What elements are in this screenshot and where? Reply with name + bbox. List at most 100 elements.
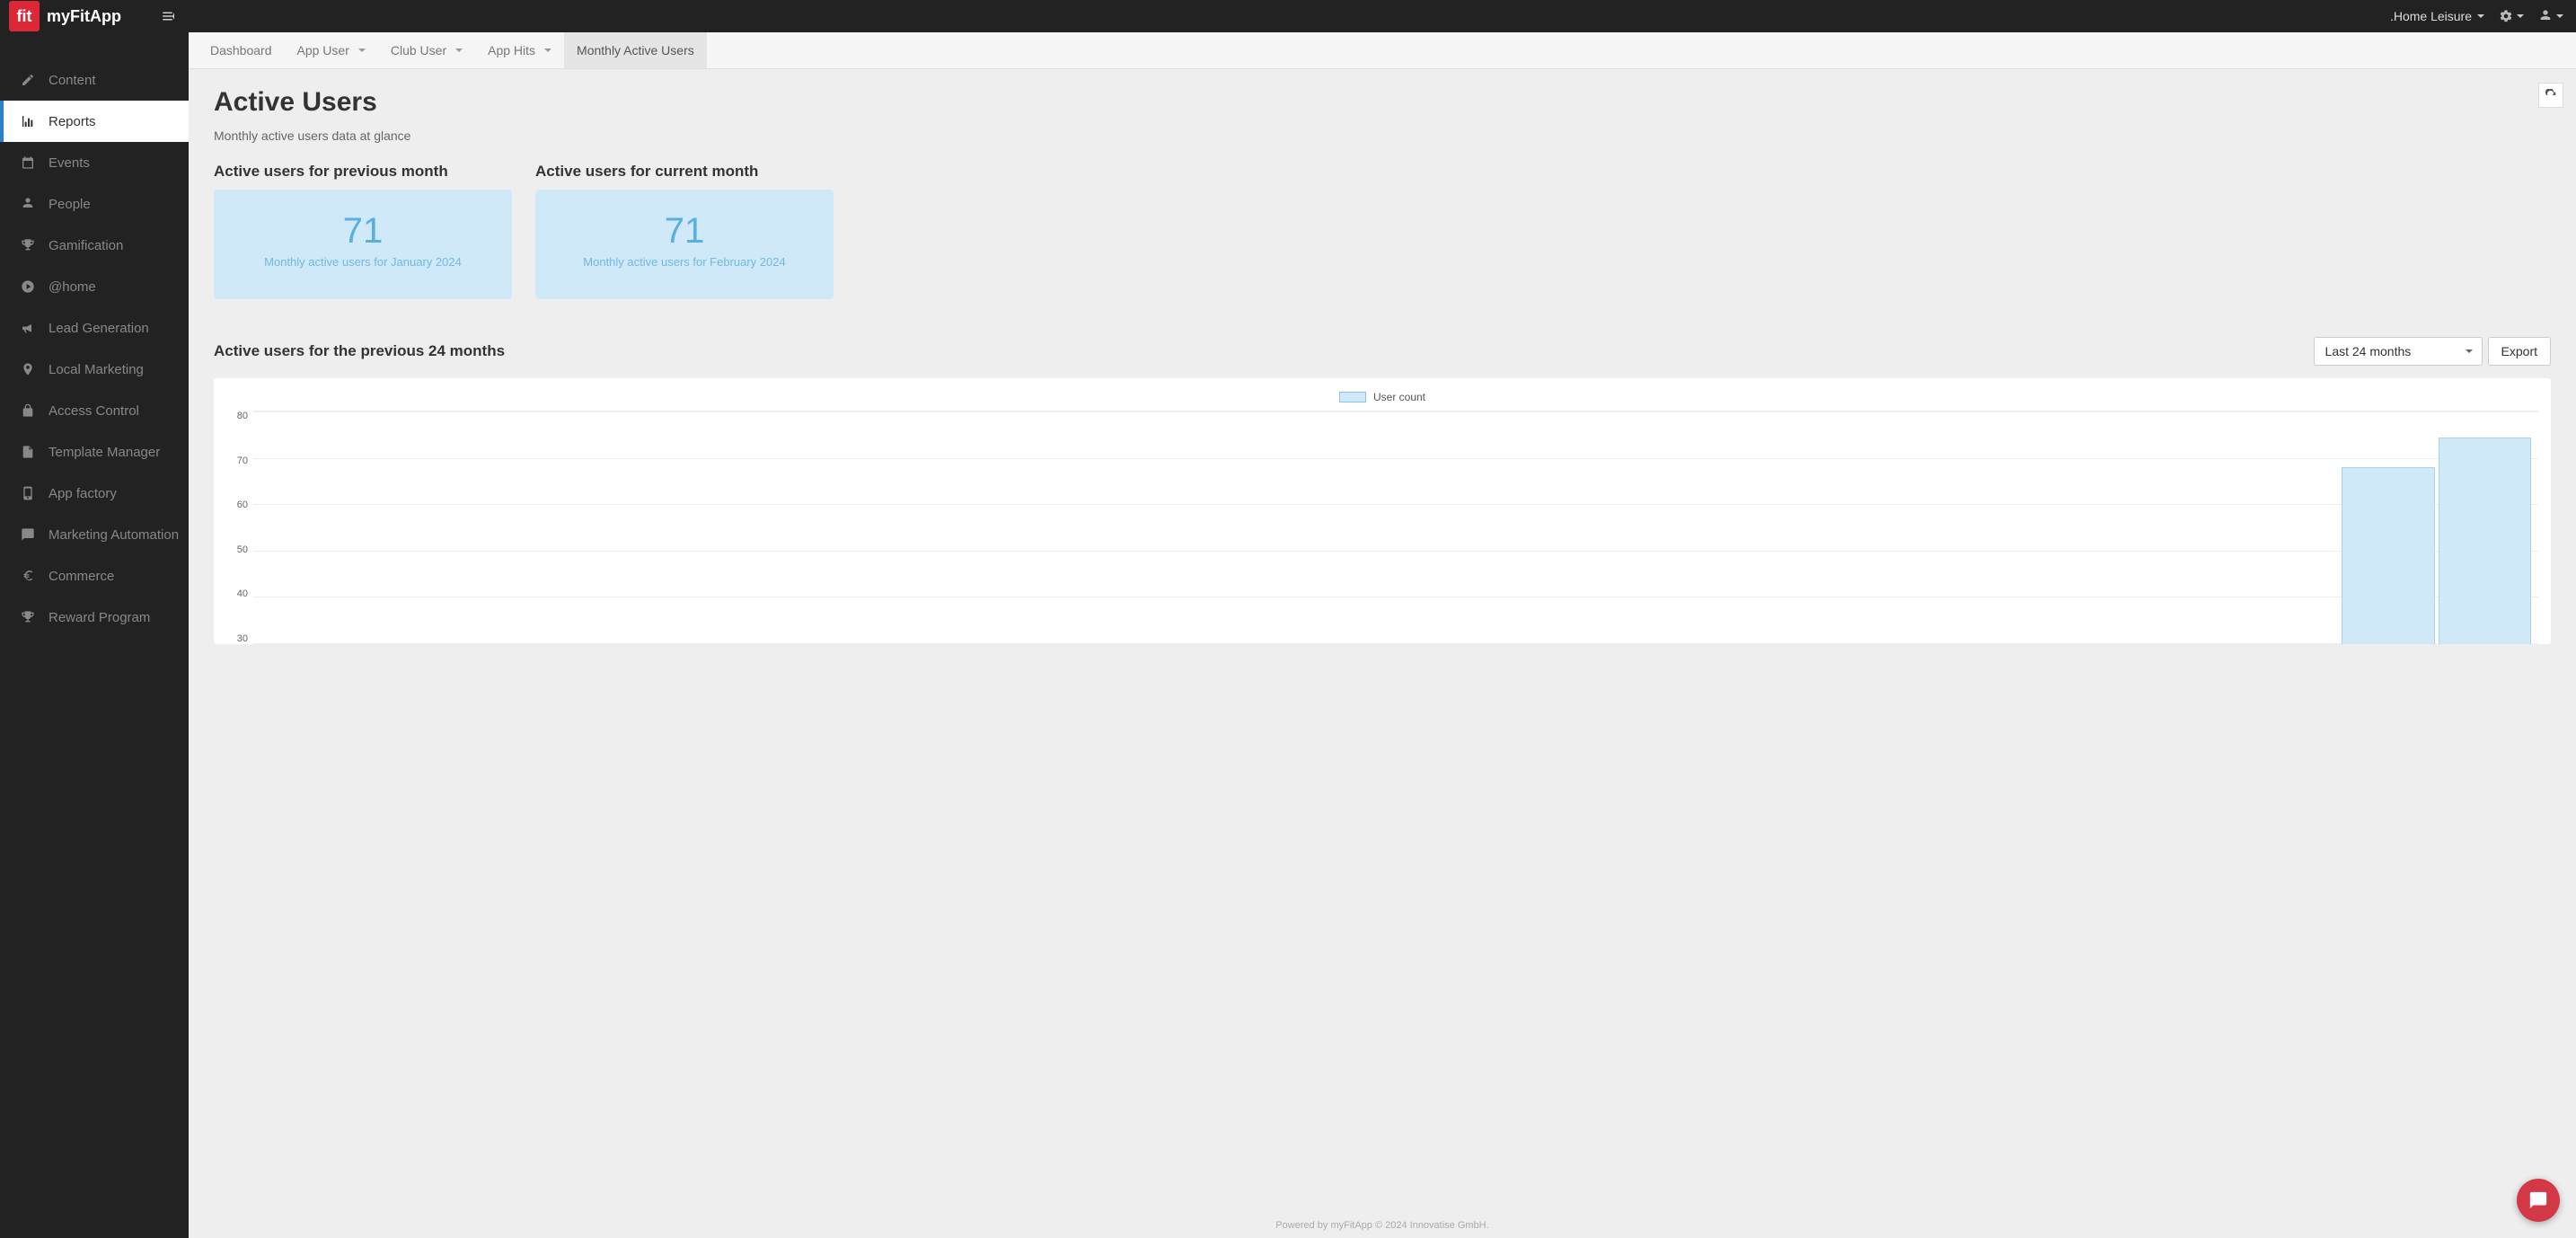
- sidebar-item-label: Marketing Automation: [49, 527, 179, 543]
- chart-y-axis: 80 70 60 50 40 30: [226, 411, 253, 644]
- app-name: myFitApp: [47, 7, 121, 26]
- sidebar-item-template-manager[interactable]: Template Manager: [0, 431, 189, 473]
- legend-label: User count: [1373, 391, 1425, 403]
- chevron-down-icon: [544, 49, 551, 52]
- user-icon: [20, 196, 36, 212]
- sidebar-item-label: Reports: [49, 114, 96, 129]
- tab-bar: Dashboard App User Club User App Hits Monthl…: [189, 32, 2576, 69]
- tab-label: Monthly Active Users: [577, 43, 694, 57]
- header-bar: fit myFitApp .Home Leisure: [0, 0, 2576, 32]
- org-selector[interactable]: .Home Leisure: [2390, 9, 2484, 23]
- chart-panel: User count 80 70 60 50 40 30: [214, 378, 2551, 644]
- stat-card-prev: 71 Monthly active users for January 2024: [214, 190, 512, 299]
- legend-swatch-icon: [1339, 392, 1366, 402]
- sidebar-item-label: Content: [49, 73, 96, 88]
- chevron-down-icon: [455, 49, 463, 52]
- trophy-icon: [20, 609, 36, 625]
- sidebar-item-label: Commerce: [49, 569, 114, 584]
- range-select-label: Last 24 months: [2325, 344, 2412, 358]
- sidebar-toggle-icon[interactable]: [161, 8, 177, 24]
- tab-app-user[interactable]: App User: [285, 32, 378, 68]
- sidebar-item-label: Events: [49, 155, 90, 171]
- sidebar-item-label: Access Control: [49, 403, 139, 419]
- page-subtitle: Monthly active users data at glance: [214, 128, 2551, 143]
- y-tick-label: 70: [237, 455, 248, 466]
- lock-icon: [20, 402, 36, 419]
- sidebar-item-content[interactable]: Content: [0, 59, 189, 101]
- y-tick-label: 40: [237, 588, 248, 599]
- chart-legend: User count: [226, 391, 2538, 403]
- chevron-down-icon: [2556, 14, 2563, 18]
- sidebar-item-gamification[interactable]: Gamification: [0, 225, 189, 266]
- sidebar-item-label: Gamification: [49, 238, 123, 253]
- sidebar-item-label: Local Marketing: [49, 362, 144, 377]
- tab-app-hits[interactable]: App Hits: [475, 32, 564, 68]
- stat-prev-label: Monthly active users for January 2024: [223, 255, 503, 269]
- chevron-down-icon: [2477, 14, 2484, 18]
- sidebar: Content Reports Events People Gamification @h…: [0, 32, 189, 1238]
- y-tick-label: 60: [237, 500, 248, 510]
- stat-curr-label: Monthly active users for February 2024: [544, 255, 825, 269]
- y-tick-label: 30: [237, 633, 248, 644]
- map-pin-icon: [20, 361, 36, 377]
- sidebar-item-label: App factory: [49, 486, 117, 501]
- chart-heading: Active users for the previous 24 months: [214, 342, 505, 360]
- chart-bar: [2342, 467, 2434, 644]
- refresh-button[interactable]: [2538, 83, 2563, 108]
- bullhorn-icon: [20, 320, 36, 336]
- sidebar-item-people[interactable]: People: [0, 183, 189, 225]
- card-prev-heading: Active users for previous month: [214, 163, 512, 181]
- chart-bar: [2439, 438, 2531, 644]
- user-menu-button[interactable]: [2538, 9, 2563, 23]
- chevron-down-icon: [2517, 14, 2524, 18]
- euro-icon: [20, 568, 36, 584]
- tab-club-user[interactable]: Club User: [378, 32, 475, 68]
- sidebar-item-reward-program[interactable]: Reward Program: [0, 597, 189, 638]
- tab-monthly-active-users[interactable]: Monthly Active Users: [564, 32, 707, 68]
- play-circle-icon: [20, 279, 36, 295]
- sidebar-item-access-control[interactable]: Access Control: [0, 390, 189, 431]
- bar-chart-icon: [20, 113, 36, 129]
- chart-plot: [253, 411, 2538, 644]
- stat-curr-value: 71: [544, 211, 825, 252]
- range-select[interactable]: Last 24 months: [2314, 337, 2483, 366]
- comment-icon: [20, 526, 36, 543]
- pencil-icon: [20, 72, 36, 88]
- sidebar-item-label: Reward Program: [49, 610, 150, 625]
- trophy-icon: [20, 237, 36, 253]
- stat-prev-value: 71: [223, 211, 503, 252]
- sidebar-item-app-factory[interactable]: App factory: [0, 473, 189, 514]
- org-name-label: .Home Leisure: [2390, 9, 2472, 23]
- stat-card-curr: 71 Monthly active users for February 202…: [535, 190, 834, 299]
- sidebar-item-label: Lead Generation: [49, 321, 149, 336]
- chevron-down-icon: [358, 49, 366, 52]
- chevron-down-icon: [2466, 349, 2473, 353]
- tab-label: App Hits: [488, 43, 535, 57]
- sidebar-item-label: Template Manager: [49, 445, 160, 460]
- sidebar-item-marketing-automation[interactable]: Marketing Automation: [0, 514, 189, 555]
- sidebar-item-label: @home: [49, 279, 96, 295]
- sidebar-item-local-marketing[interactable]: Local Marketing: [0, 349, 189, 390]
- card-curr-heading: Active users for current month: [535, 163, 834, 181]
- sidebar-item-label: People: [49, 197, 91, 212]
- settings-button[interactable]: [2499, 9, 2524, 23]
- tab-label: Club User: [391, 43, 446, 57]
- sidebar-item-lead-generation[interactable]: Lead Generation: [0, 307, 189, 349]
- sidebar-item--home[interactable]: @home: [0, 266, 189, 307]
- tab-dashboard[interactable]: Dashboard: [198, 32, 285, 68]
- file-icon: [20, 444, 36, 460]
- footer-text: Powered by myFitApp © 2024 Innovatise Gm…: [189, 1213, 2576, 1238]
- logo-badge: fit: [9, 1, 40, 31]
- sidebar-item-events[interactable]: Events: [0, 142, 189, 183]
- tab-label: App User: [297, 43, 349, 57]
- page-title: Active Users: [214, 87, 2551, 118]
- sidebar-item-reports[interactable]: Reports: [0, 101, 189, 142]
- y-tick-label: 50: [237, 544, 248, 555]
- chat-fab-button[interactable]: [2517, 1179, 2560, 1222]
- mobile-icon: [20, 485, 36, 501]
- export-button[interactable]: Export: [2488, 337, 2551, 366]
- sidebar-item-commerce[interactable]: Commerce: [0, 555, 189, 597]
- y-tick-label: 80: [237, 411, 248, 421]
- calendar-icon: [20, 155, 36, 171]
- tab-label: Dashboard: [210, 43, 272, 57]
